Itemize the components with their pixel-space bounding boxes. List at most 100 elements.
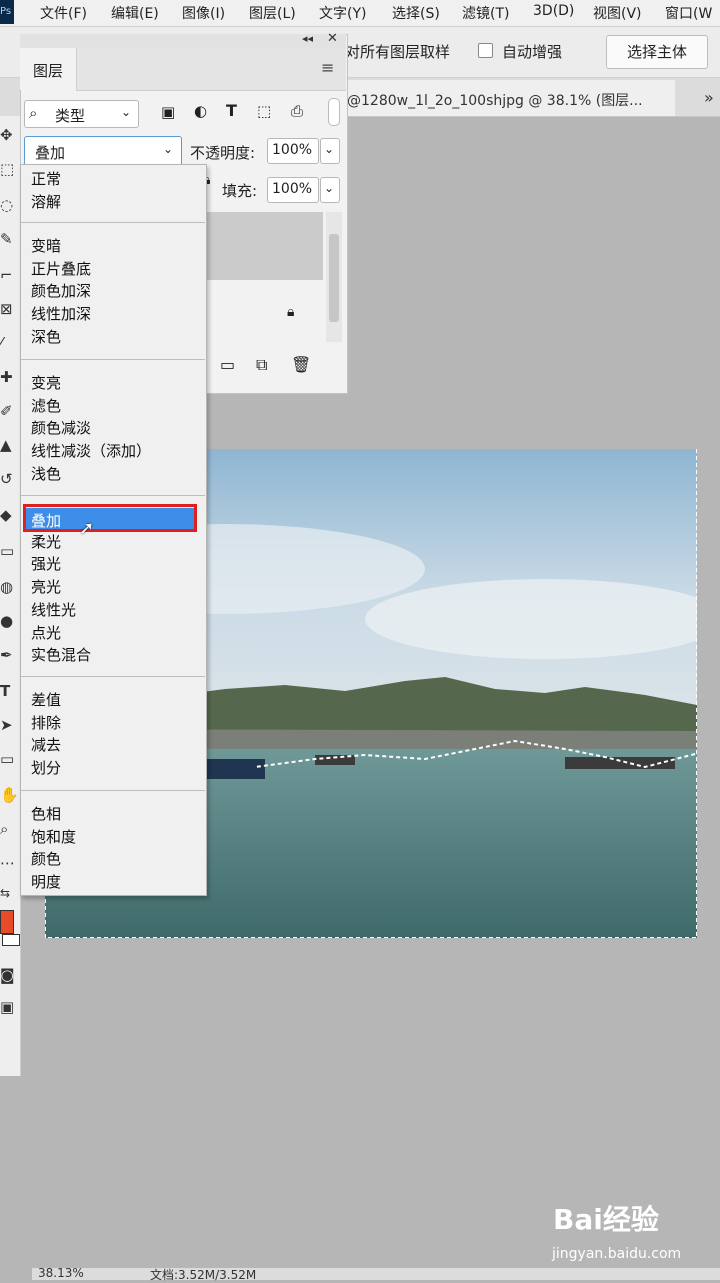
blur-tool-icon[interactable]: ◍ [0,576,20,598]
blend-mode-item[interactable]: 实色混合 [31,644,91,665]
blend-mode-item[interactable]: 划分 [31,757,61,778]
frame-tool-icon[interactable]: ⊠ [0,298,20,320]
quick-select-tool-icon[interactable]: ✎ [0,228,20,250]
blend-mode-item[interactable]: 排除 [31,712,61,733]
document-size: 文档:3.52M/3.52M [150,1268,257,1282]
move-tool-icon[interactable]: ✥ [0,124,20,146]
eraser-tool-icon[interactable]: ◆ [0,504,20,526]
filter-adjustment-icon[interactable]: ◐ [194,102,207,120]
layers-panel-header: ◂◂ ✕ [20,31,346,48]
blend-mode-item[interactable]: 色相 [31,803,61,824]
blend-mode-item[interactable]: 颜色减淡 [31,417,91,438]
menu-select[interactable]: 选择(S) [392,3,440,23]
fill-dropdown[interactable]: ⌄ [320,177,340,203]
collapse-panel-icon[interactable]: ◂◂ [302,32,313,45]
path-select-tool-icon[interactable]: ➤ [0,714,20,736]
opacity-input[interactable]: 100% [267,138,319,164]
panel-menu-icon[interactable]: ≡ [321,58,334,77]
blend-mode-item[interactable]: 滤色 [31,395,61,416]
select-subject-button[interactable]: 选择主体 [606,35,708,69]
filter-smart-object-icon[interactable]: ⎙ [291,102,303,120]
filter-pixel-icon[interactable]: ▣ [161,103,175,121]
blend-mode-item[interactable]: 颜色 [31,848,61,869]
blend-mode-item[interactable]: 线性减淡（添加） [31,440,151,461]
opacity-dropdown[interactable]: ⌄ [320,138,340,164]
type-tool-icon[interactable]: T [0,680,20,702]
zoom-tool-icon[interactable]: ⌕ [0,818,20,840]
history-brush-tool-icon[interactable]: ↺ [0,468,20,490]
scrollbar-thumb[interactable] [329,234,339,322]
menu-layer[interactable]: 图层(L) [249,3,296,23]
document-tab[interactable]: @1280w_1l_2o_100shjpg @ 38.1% (图层... [345,80,675,116]
blend-mode-item[interactable]: 点光 [31,622,61,643]
swap-colors-icon[interactable]: ⇆ [0,882,20,904]
blend-mode-item[interactable]: 变暗 [31,235,61,256]
marquee-tool-icon[interactable]: ⬚ [0,158,20,180]
blend-mode-item[interactable]: 正片叠底 [31,258,91,279]
blend-mode-item[interactable]: 强光 [31,553,61,574]
eyedropper-tool-icon[interactable]: ⁄ [0,332,20,354]
menu-image[interactable]: 图像(I) [182,3,225,23]
blend-mode-item[interactable]: 深色 [31,326,61,347]
quick-mask-icon[interactable]: ◙ [0,964,20,986]
blend-mode-item[interactable]: 正常 [31,168,61,189]
blend-mode-item[interactable]: 减去 [31,734,61,755]
delete-layer-icon[interactable]: 🗑︎ [291,355,311,374]
filter-kind-select[interactable]: ⌕ 类型 ⌄ [24,100,139,128]
layer-list-scrollbar[interactable] [326,212,342,342]
zoom-level[interactable]: 38.13% [38,1266,84,1280]
blend-mode-item[interactable]: 线性加深 [31,303,91,324]
menu-edit[interactable]: 编辑(E) [111,3,159,23]
background-color-swatch[interactable] [2,934,20,946]
menu-view[interactable]: 视图(V) [593,3,642,23]
dodge-tool-icon[interactable]: ● [0,610,20,632]
highlight-annotation-box [23,504,197,532]
blend-mode-item[interactable]: 线性光 [31,599,76,620]
new-group-icon[interactable]: ▭ [220,355,235,374]
filter-shape-icon[interactable]: ⬚ [257,102,271,120]
blend-mode-item[interactable]: 溶解 [31,191,61,212]
chevron-down-icon: ⌄ [324,142,335,156]
blend-mode-item[interactable]: 饱和度 [31,826,76,847]
lasso-tool-icon[interactable]: ◌ [0,194,20,216]
hand-tool-icon[interactable]: ✋ [0,784,20,806]
rectangle-tool-icon[interactable]: ▭ [0,748,20,770]
screen-mode-icon[interactable]: ▣ [0,996,20,1018]
tabs-overflow-icon[interactable]: » [704,88,714,107]
filter-kind-value: 类型 [55,107,86,125]
new-layer-icon[interactable]: ⧉ [256,355,267,375]
foreground-color-swatch[interactable] [0,910,14,934]
blend-mode-item[interactable]: 亮光 [31,576,61,597]
filter-type-icon[interactable]: T [226,101,237,120]
blend-menu-separator [21,359,205,360]
menu-file[interactable]: 文件(F) [40,3,87,23]
auto-enhance-checkbox[interactable] [478,43,493,58]
more-tools-icon[interactable]: ⋯ [0,852,20,874]
crop-tool-icon[interactable]: ⌐ [0,264,20,286]
blend-mode-item[interactable]: 柔光 [31,531,61,552]
layer-row-selected[interactable] [205,212,323,280]
layer-lock-icon: 🔒︎ [287,304,295,320]
blend-mode-item[interactable]: 浅色 [31,463,61,484]
blend-mode-item[interactable]: 变亮 [31,372,61,393]
menu-filter[interactable]: 滤镜(T) [462,3,509,23]
pen-tool-icon[interactable]: ✒ [0,644,20,666]
menu-window[interactable]: 窗口(W [665,3,712,23]
blend-mode-item[interactable]: 颜色加深 [31,280,91,301]
healing-tool-icon[interactable]: ✚ [0,366,20,388]
brush-tool-icon[interactable]: ✐ [0,400,20,422]
fill-input[interactable]: 100% [267,177,319,203]
layers-tab-label: 图层 [33,62,64,80]
menu-type[interactable]: 文字(Y) [319,3,366,23]
chevron-down-icon: ⌄ [121,105,132,119]
blend-menu-separator [21,676,205,677]
filter-toggle[interactable] [328,98,340,126]
gradient-tool-icon[interactable]: ▭ [0,540,20,562]
blend-mode-item[interactable]: 差值 [31,689,61,710]
blend-mode-item[interactable]: 明度 [31,871,61,892]
menu-3d[interactable]: 3D(D) [533,3,574,19]
layer-row-background[interactable]: 🔒︎ [205,282,323,340]
close-panel-icon[interactable]: ✕ [327,31,338,46]
tab-layers[interactable]: 图层 [20,48,77,90]
stamp-tool-icon[interactable]: ▲ [0,434,20,456]
